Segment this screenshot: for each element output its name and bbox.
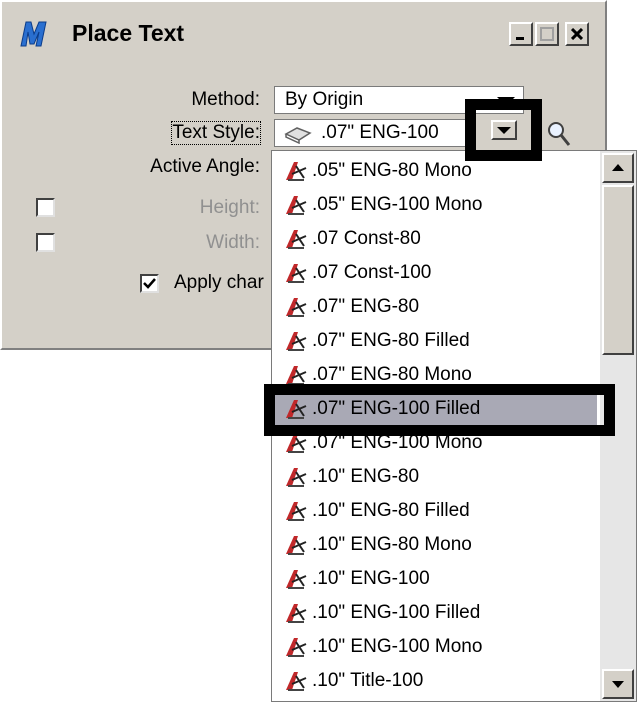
minimize-icon	[516, 37, 524, 40]
list-item-label: .07" ENG-80 Mono	[312, 364, 472, 385]
text-style-icon	[286, 502, 307, 521]
selected-item-highlight	[264, 384, 615, 436]
text-style-label: Text Style:	[171, 121, 261, 145]
list-item[interactable]: .10" ENG-100 Filled	[272, 596, 597, 630]
method-label: Method:	[191, 89, 260, 110]
text-style-icon	[286, 332, 307, 351]
text-style-icon	[286, 298, 307, 317]
active-angle-label: Active Angle:	[150, 156, 260, 177]
list-item-label: .07" ENG-80	[312, 296, 420, 317]
text-style-icon	[286, 230, 307, 249]
text-style-icon	[286, 264, 307, 283]
scroll-up-button[interactable]	[602, 153, 634, 183]
text-style-icon	[286, 638, 307, 657]
height-checkbox[interactable]	[36, 198, 55, 217]
list-item[interactable]: .10" ENG-100	[272, 562, 597, 596]
list-item-label: .10" ENG-80	[312, 466, 420, 487]
close-button[interactable]	[565, 22, 589, 46]
list-item[interactable]: .05" ENG-80 Mono	[272, 154, 597, 188]
list-item-label: .10" ENG-80 Filled	[312, 500, 470, 521]
list-item[interactable]: .10" ENG-80	[272, 460, 597, 494]
list-item[interactable]: .10" Title-100	[272, 664, 597, 698]
list-item[interactable]: .07" ENG-80 Filled	[272, 324, 597, 358]
list-item-label: .10" ENG-100 Filled	[312, 602, 481, 623]
text-style-select[interactable]: .07" ENG-100	[274, 119, 466, 147]
window-title: Place Text	[72, 20, 185, 46]
method-value: By Origin	[285, 89, 364, 110]
title-bar[interactable]: Place Text	[4, 4, 601, 64]
maximize-button[interactable]	[535, 22, 559, 46]
dropdown-button-highlight	[465, 99, 542, 161]
list-item-label: .10" Title-100	[312, 670, 424, 691]
list-item-label: .10" ENG-100	[312, 568, 430, 589]
text-style-icon	[286, 536, 307, 555]
magnifier-icon[interactable]	[546, 120, 572, 148]
text-style-value: .07" ENG-100	[321, 122, 439, 143]
list-item-label: .07 Const-100	[312, 262, 432, 283]
list-item-label: .07" ENG-80 Filled	[312, 330, 470, 351]
list-item-label: .10" ENG-100 Mono	[312, 636, 483, 657]
text-style-icon	[286, 162, 307, 181]
arrow-up-icon	[612, 164, 624, 171]
microstation-icon	[20, 21, 47, 47]
list-item[interactable]: .07" ENG-80	[272, 290, 597, 324]
list-item[interactable]: .10" ENG-80 Filled	[272, 494, 597, 528]
width-checkbox[interactable]	[36, 233, 55, 252]
list-item[interactable]: .10" ENG-80 Mono	[272, 528, 597, 562]
apply-label: Apply char	[174, 272, 264, 293]
arrow-down-icon	[612, 681, 624, 688]
apply-checkbox[interactable]	[140, 274, 159, 293]
text-style-icon	[286, 604, 307, 623]
scroll-thumb[interactable]	[602, 185, 634, 355]
minimize-button[interactable]	[509, 22, 533, 46]
chevron-down-icon	[497, 127, 511, 134]
text-style-icon	[286, 672, 307, 691]
scroll-down-button[interactable]	[602, 669, 634, 699]
list-item[interactable]: .07 Const-80	[272, 222, 597, 256]
list-item[interactable]: .10" ENG-100 Mono	[272, 630, 597, 664]
text-style-icon	[286, 468, 307, 487]
list-item[interactable]: .07 Const-100	[272, 256, 597, 290]
height-label: Height:	[199, 197, 260, 218]
list-item-label: .10" ENG-80 Mono	[312, 534, 472, 555]
list-item[interactable]: .05" ENG-100 Mono	[272, 188, 597, 222]
maximize-icon	[540, 27, 554, 41]
text-style-icon	[286, 196, 307, 215]
list-item-label: .05" ENG-100 Mono	[312, 194, 483, 215]
text-style-icon	[284, 127, 312, 144]
close-icon	[571, 28, 583, 40]
text-style-icon	[286, 570, 307, 589]
width-label: Width:	[206, 232, 260, 253]
checkmark-icon	[143, 278, 156, 289]
text-style-dropdown-button[interactable]	[491, 120, 517, 140]
list-item-label: .05" ENG-80 Mono	[312, 160, 472, 181]
list-item-label: .07 Const-80	[312, 228, 421, 249]
